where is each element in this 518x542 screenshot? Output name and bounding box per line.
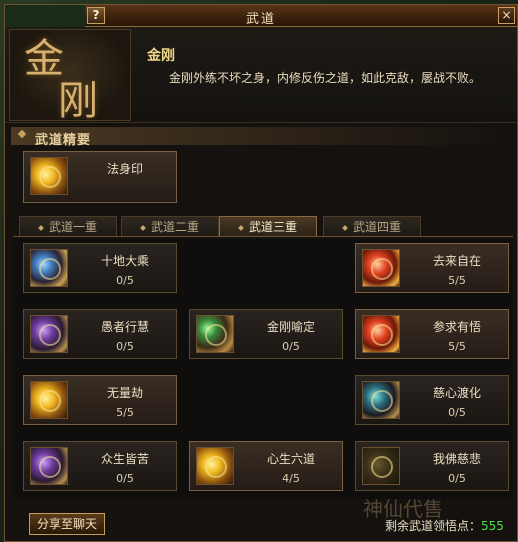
red-burst-icon xyxy=(362,315,400,353)
skill-header: 金 刚 金刚 金刚外练不坏之身，内修反伤之道，如此克敌，屡战不败。 xyxy=(5,27,517,123)
remaining-points-value: 555 xyxy=(481,519,504,533)
dim-mountain-icon xyxy=(362,447,400,485)
skill-slot-label: 十地大乘 xyxy=(100,254,149,268)
skill-slot[interactable]: 金刚喻定 0/5 xyxy=(189,309,343,359)
red-flame-icon xyxy=(362,249,400,287)
skill-name: 金刚 xyxy=(147,48,175,64)
remaining-points-label: 剩余武道领悟点： xyxy=(385,519,482,533)
skill-slot-label: 心生六道 xyxy=(266,452,315,466)
skill-slot[interactable]: 去来自在 5/5 xyxy=(355,243,509,293)
gold-seal-icon xyxy=(30,157,68,195)
essence-slot-label: 法身印 xyxy=(106,162,143,176)
skill-slot[interactable]: 愚者行慧 0/5 xyxy=(23,309,177,359)
tab-dot-icon xyxy=(342,224,348,231)
emblem-char-1: 金 xyxy=(24,36,64,82)
skill-slot-count: 0/5 xyxy=(448,472,466,485)
tab-dot-icon xyxy=(140,224,146,231)
skill-slot-count: 4/5 xyxy=(282,472,300,485)
gold-mountain-icon xyxy=(196,447,234,485)
skill-slot[interactable]: 慈心渡化 0/5 xyxy=(355,375,509,425)
skill-slot[interactable]: 我佛慈悲 0/5 xyxy=(355,441,509,491)
blue-orb-icon xyxy=(30,249,68,287)
tab-dot-icon xyxy=(38,224,44,231)
purple-orb-icon xyxy=(30,315,68,353)
tab-dot-icon xyxy=(238,224,244,231)
skill-slot-label: 金刚喻定 xyxy=(266,320,315,334)
close-button[interactable]: × xyxy=(498,7,515,24)
remaining-points: 剩余武道领悟点：555 xyxy=(385,517,504,534)
skill-slot-count: 0/5 xyxy=(282,340,300,353)
teal-orb-icon xyxy=(362,381,400,419)
gold-orb-icon xyxy=(30,381,68,419)
skill-slot-label: 我佛慈悲 xyxy=(432,452,481,466)
purple-pagoda-icon xyxy=(30,447,68,485)
emblem-char-2: 刚 xyxy=(58,78,98,124)
skill-slot-count: 5/5 xyxy=(448,274,466,287)
skill-slot-count: 5/5 xyxy=(448,340,466,353)
skill-slot-count: 5/5 xyxy=(116,406,134,419)
tab-tier-2[interactable]: 武道二重 xyxy=(121,216,219,236)
window-title: 武道 xyxy=(245,12,276,27)
skill-slot[interactable]: 心生六道 4/5 xyxy=(189,441,343,491)
green-orb-icon xyxy=(196,315,234,353)
skill-slot[interactable]: 参求有悟 5/5 xyxy=(355,309,509,359)
share-to-chat-button[interactable]: 分享至聊天 xyxy=(29,513,105,535)
skill-slot-label: 众生皆苦 xyxy=(100,452,149,466)
skill-slot-count: 0/5 xyxy=(116,472,134,485)
tab-tier-4[interactable]: 武道四重 xyxy=(323,216,421,236)
skill-description: 金刚外练不坏之身，内修反伤之道，如此克敌，屡战不败。 xyxy=(169,71,482,85)
skill-slot-label: 愚者行慧 xyxy=(100,320,149,334)
essence-slot[interactable]: 法身印 xyxy=(23,151,177,203)
martial-dao-window: ? 武道 × 金 刚 金刚 金刚外练不坏之身，内修反伤之道，如此克敌，屡战不败。… xyxy=(4,4,518,542)
section-header: 武道精要 xyxy=(11,127,511,148)
vajra-emblem-icon: 金 刚 xyxy=(9,29,131,124)
title-bar[interactable]: ? 武道 × xyxy=(5,5,517,27)
tab-tier-1[interactable]: 武道一重 xyxy=(19,216,117,236)
skill-slot[interactable]: 十地大乘 0/5 xyxy=(23,243,177,293)
skill-slot-label: 去来自在 xyxy=(432,254,481,268)
skill-slot-count: 0/5 xyxy=(116,340,134,353)
skill-slot-label: 慈心渡化 xyxy=(432,386,481,400)
skill-slot-label: 参求有悟 xyxy=(432,320,481,334)
skill-slot-count: 0/5 xyxy=(448,406,466,419)
section-title: 武道精要 xyxy=(35,133,92,148)
section-bullet-icon xyxy=(17,129,27,139)
tab-tier-3[interactable]: 武道三重 xyxy=(219,216,317,236)
skill-slot-count: 0/5 xyxy=(116,274,134,287)
tier-tabs: 武道一重 武道二重 武道三重 武道四重 xyxy=(13,215,513,237)
skill-slot[interactable]: 无量劫 5/5 xyxy=(23,375,177,425)
skill-slot-label: 无量劫 xyxy=(106,386,143,400)
skill-slot[interactable]: 众生皆苦 0/5 xyxy=(23,441,177,491)
